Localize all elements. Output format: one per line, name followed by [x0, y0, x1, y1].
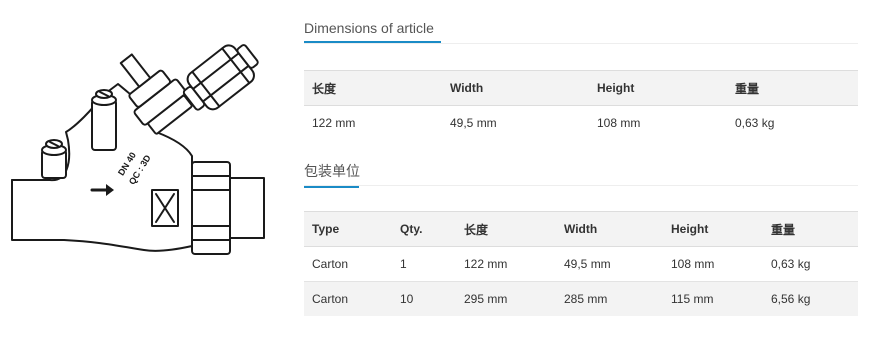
- packaging-weight-cell: 0,63 kg: [771, 257, 811, 271]
- table-row: 122 mm 49,5 mm 108 mm 0,63 kg: [304, 106, 858, 141]
- dimensions-length-value: 122 mm: [312, 116, 356, 130]
- packaging-type-cell: Carton: [312, 257, 349, 271]
- dimensions-title-rule: [304, 43, 858, 44]
- packaging-qty-cell: 1: [400, 257, 407, 271]
- packaging-height-cell: 108 mm: [671, 257, 715, 271]
- packaging-width-cell: 285 mm: [556, 281, 663, 316]
- packaging-header-width: Width: [556, 211, 663, 247]
- packaging-length-cell: 295 mm: [456, 281, 556, 316]
- dimensions-table: 长度 Width Height 重量 122 mm 49,5 mm 108 mm…: [304, 70, 858, 140]
- packaging-title-rule: [304, 185, 858, 186]
- dimensions-header-row: 长度 Width Height 重量: [304, 70, 858, 106]
- packaging-title: 包装单位: [304, 163, 360, 179]
- dimensions-weight-value: 0,63 kg: [735, 116, 775, 130]
- dimensions-heading: Dimensions of article: [304, 20, 441, 43]
- packaging-header-height: Height: [663, 211, 763, 247]
- packaging-heading: 包装单位: [304, 161, 360, 188]
- packaging-width-cell: 49,5 mm: [564, 257, 611, 271]
- packaging-weight-cell: 6,56 kg: [763, 281, 858, 316]
- packaging-header-length: 长度: [456, 211, 556, 247]
- valve-drawing: DN 40 QC : 3D: [11, 44, 265, 255]
- valve-illustration: DN 40 QC : 3D: [6, 14, 278, 264]
- packaging-height-cell: 115 mm: [663, 281, 763, 316]
- packaging-header-weight: 重量: [763, 211, 858, 247]
- packaging-qty-cell: 10: [392, 281, 456, 316]
- dimensions-header-width: Width: [442, 70, 589, 106]
- packaging-length-cell: 122 mm: [464, 257, 508, 271]
- packaging-header-qty: Qty.: [392, 211, 456, 247]
- packaging-table: Type Qty. 长度 Width Height 重量 Carton 1 12…: [304, 211, 858, 316]
- packaging-type-cell: Carton: [304, 281, 392, 316]
- dimensions-width-value: 49,5 mm: [450, 116, 497, 130]
- packaging-header-type: Type: [304, 211, 392, 247]
- table-row: Carton 1 122 mm 49,5 mm 108 mm 0,63 kg: [304, 247, 858, 282]
- product-page: DN 40 QC : 3D Dimensions of article 长度 W…: [0, 0, 888, 347]
- packaging-title-underline: [304, 186, 359, 188]
- dimensions-header-height: Height: [589, 70, 727, 106]
- dimensions-title: Dimensions of article: [304, 20, 434, 36]
- dimensions-height-value: 108 mm: [597, 116, 641, 130]
- dimensions-header-length: 长度: [304, 70, 442, 106]
- table-row: Carton 10 295 mm 285 mm 115 mm 6,56 kg: [304, 281, 858, 316]
- packaging-header-row: Type Qty. 长度 Width Height 重量: [304, 211, 858, 247]
- dimensions-header-weight: 重量: [727, 70, 858, 106]
